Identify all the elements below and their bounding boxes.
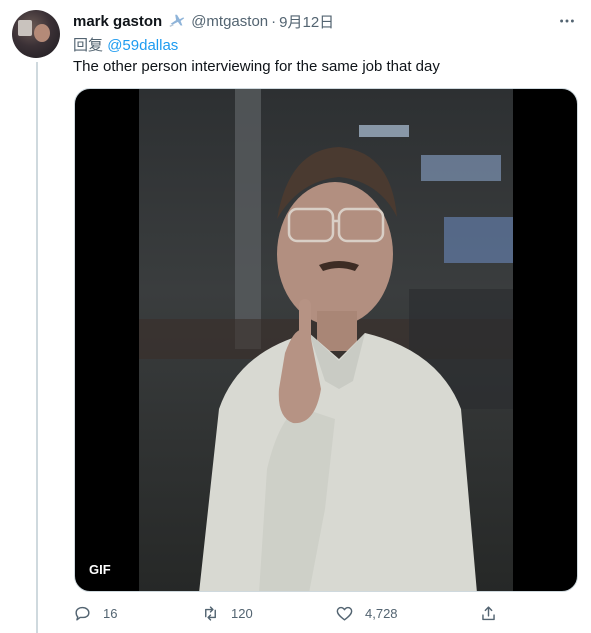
tweet-media-gif[interactable]: GIF — [74, 88, 578, 592]
reply-count: 16 — [103, 606, 118, 621]
avatar[interactable] — [12, 10, 60, 58]
reply-icon — [75, 606, 90, 621]
separator-dot: · — [271, 12, 277, 30]
timestamp[interactable]: 9月12日 — [279, 11, 334, 32]
more-options-icon[interactable] — [557, 11, 577, 31]
gif-badge: GIF — [83, 560, 117, 579]
share-icon — [482, 606, 495, 621]
tweet-text: The other person interviewing for the sa… — [73, 58, 440, 75]
display-name[interactable]: mark gaston — [73, 13, 162, 30]
share-button[interactable] — [479, 604, 498, 623]
like-button[interactable]: 4,728 — [335, 604, 398, 623]
retweet-button[interactable]: 120 — [201, 604, 253, 623]
retweet-icon — [205, 606, 216, 621]
gif-frame — [139, 89, 513, 591]
reply-to-link[interactable]: @59dallas — [107, 37, 178, 54]
reply-prefix: 回复 — [73, 37, 104, 54]
reply-context: 回复 @59dallas — [73, 34, 178, 55]
airplane-icon — [168, 12, 186, 30]
like-count: 4,728 — [365, 606, 398, 621]
thread-connector-line — [36, 62, 38, 633]
tweet-header: mark gaston @mtgaston · 9月12日 — [73, 11, 334, 31]
heart-icon — [336, 606, 353, 621]
reply-button[interactable]: 16 — [73, 604, 117, 623]
tweet-actions: 16 120 4,728 — [73, 604, 513, 628]
gif-illustration — [139, 89, 513, 591]
user-handle[interactable]: @mtgaston — [191, 13, 268, 30]
retweet-count: 120 — [231, 606, 253, 621]
